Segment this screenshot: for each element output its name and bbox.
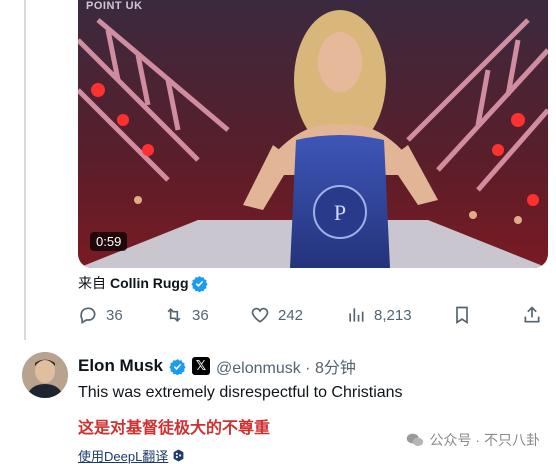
reply-author-name[interactable]: Elon Musk bbox=[78, 356, 163, 376]
source-prefix: 来自 bbox=[78, 275, 106, 291]
thread-connector-line bbox=[24, 0, 26, 340]
verified-badge-icon bbox=[169, 358, 186, 375]
reply-count: 36 bbox=[106, 306, 123, 324]
translate-link[interactable]: 使用DeepL翻译 bbox=[78, 446, 185, 464]
bookmark-icon bbox=[456, 306, 468, 325]
wechat-icon bbox=[406, 433, 423, 446]
video-source-attribution: 来自 Collin Rugg bbox=[78, 273, 208, 293]
video-duration-badge: 0:59 bbox=[90, 232, 128, 251]
watermark-text: 公众号 · 不只八卦 bbox=[429, 432, 540, 448]
source-author-link[interactable]: Collin Rugg bbox=[110, 275, 189, 291]
video-player[interactable]: P POINT UK 0:59 bbox=[78, 0, 548, 268]
video-brand-overlay: POINT UK bbox=[86, 0, 143, 12]
verified-badge-icon bbox=[190, 275, 208, 292]
reply-handle-time[interactable]: @elonmusk · 8分钟 bbox=[216, 354, 356, 378]
reply-text: This was extremely disrespectful to Chri… bbox=[78, 384, 403, 401]
repost-button[interactable]: 36 bbox=[164, 305, 209, 325]
heart-icon bbox=[251, 307, 269, 323]
svg-text:P: P bbox=[334, 200, 346, 225]
like-button[interactable]: 242 bbox=[250, 305, 303, 325]
wechat-watermark: 公众号 · 不只八卦 bbox=[406, 430, 540, 450]
reply-icon bbox=[80, 307, 96, 324]
avatar[interactable] bbox=[22, 352, 68, 398]
share-button[interactable] bbox=[522, 305, 542, 325]
repost-count: 36 bbox=[192, 306, 209, 324]
views-chart-icon bbox=[349, 308, 364, 322]
avatar-image bbox=[22, 352, 68, 398]
view-count: 8,213 bbox=[374, 306, 412, 324]
reply-header: Elon Musk 𝕏 @elonmusk · 8分钟 bbox=[78, 354, 356, 378]
x-affiliate-badge-icon: 𝕏 bbox=[192, 357, 211, 375]
tweet-action-bar: 36 36 242 8,213 bbox=[78, 305, 548, 331]
reply-button[interactable]: 36 bbox=[78, 305, 123, 325]
share-icon bbox=[524, 306, 540, 323]
deepl-logo-icon bbox=[173, 449, 184, 462]
repost-icon bbox=[167, 307, 181, 323]
bookmark-button[interactable] bbox=[452, 305, 472, 325]
reply-translated-text: 这是对基督徒极大的不尊重 bbox=[78, 420, 271, 437]
like-count: 242 bbox=[278, 306, 304, 324]
video-frame-image: P bbox=[78, 0, 548, 268]
translate-link-label: 使用DeepL翻译 bbox=[78, 449, 169, 464]
reply-tweet[interactable]: Elon Musk 𝕏 @elonmusk · 8分钟 This was ext… bbox=[0, 344, 556, 464]
views-button[interactable]: 8,213 bbox=[346, 305, 412, 325]
